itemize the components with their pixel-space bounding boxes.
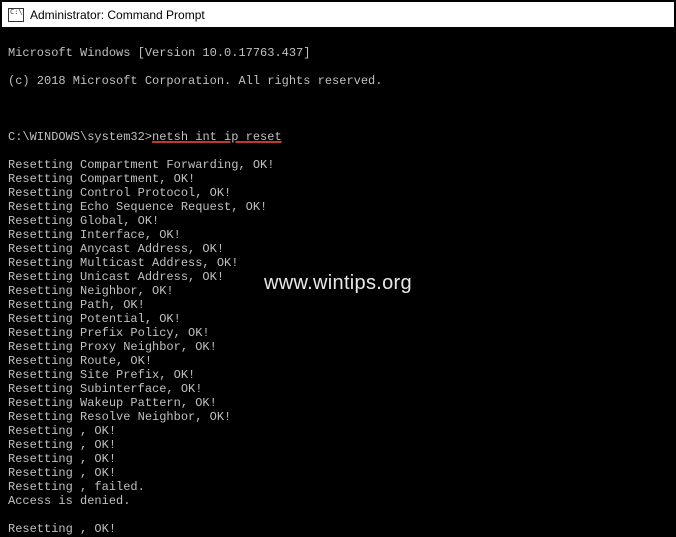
terminal-output-line: Resetting , OK!	[8, 438, 668, 452]
window-title: Administrator: Command Prompt	[30, 8, 205, 22]
terminal-body[interactable]: Microsoft Windows [Version 10.0.17763.43…	[2, 28, 674, 535]
terminal-output-line: Resetting Anycast Address, OK!	[8, 242, 668, 256]
terminal-output-line: Resetting Route, OK!	[8, 354, 668, 368]
terminal-output-line: Resetting Control Protocol, OK!	[8, 186, 668, 200]
typed-command: netsh int ip reset	[152, 130, 282, 144]
terminal-output-line: Resetting , OK!	[8, 424, 668, 438]
cmd-icon: C:\	[8, 8, 24, 22]
terminal-output-line: Resetting Proxy Neighbor, OK!	[8, 340, 668, 354]
terminal-output-line: Resetting Prefix Policy, OK!	[8, 326, 668, 340]
terminal-output-line: Resetting Unicast Address, OK!	[8, 270, 668, 284]
prompt-path: C:\WINDOWS\system32>	[8, 130, 152, 144]
terminal-output-line: Resetting Echo Sequence Request, OK!	[8, 200, 668, 214]
terminal-header-line: Microsoft Windows [Version 10.0.17763.43…	[8, 46, 668, 60]
terminal-output-line: Resetting Interface, OK!	[8, 228, 668, 242]
terminal-output-line: Resetting Potential, OK!	[8, 312, 668, 326]
terminal-output-line: Resetting , OK!	[8, 452, 668, 466]
terminal-output-line: Resetting Wakeup Pattern, OK!	[8, 396, 668, 410]
terminal-output-line: Resetting Global, OK!	[8, 214, 668, 228]
terminal-header-line: (c) 2018 Microsoft Corporation. All righ…	[8, 74, 668, 88]
terminal-output-line: Resetting , failed.	[8, 480, 668, 494]
terminal-prompt-line: C:\WINDOWS\system32>netsh int ip reset	[8, 130, 668, 144]
terminal-output-line: Resetting Path, OK!	[8, 298, 668, 312]
terminal-output-line: Resetting Compartment, OK!	[8, 172, 668, 186]
terminal-output: Resetting Compartment Forwarding, OK!Res…	[8, 158, 668, 535]
terminal-output-line: Resetting Resolve Neighbor, OK!	[8, 410, 668, 424]
terminal-output-line: Resetting , OK!	[8, 466, 668, 480]
terminal-output-line	[8, 508, 668, 522]
terminal-output-line: Resetting Compartment Forwarding, OK!	[8, 158, 668, 172]
terminal-output-line: Resetting , OK!	[8, 522, 668, 535]
terminal-output-line: Resetting Subinterface, OK!	[8, 382, 668, 396]
terminal-blank	[8, 102, 668, 116]
terminal-output-line: Resetting Neighbor, OK!	[8, 284, 668, 298]
terminal-output-line: Access is denied.	[8, 494, 668, 508]
titlebar[interactable]: C:\ Administrator: Command Prompt	[2, 2, 674, 28]
terminal-output-line: Resetting Site Prefix, OK!	[8, 368, 668, 382]
terminal-output-line: Resetting Multicast Address, OK!	[8, 256, 668, 270]
